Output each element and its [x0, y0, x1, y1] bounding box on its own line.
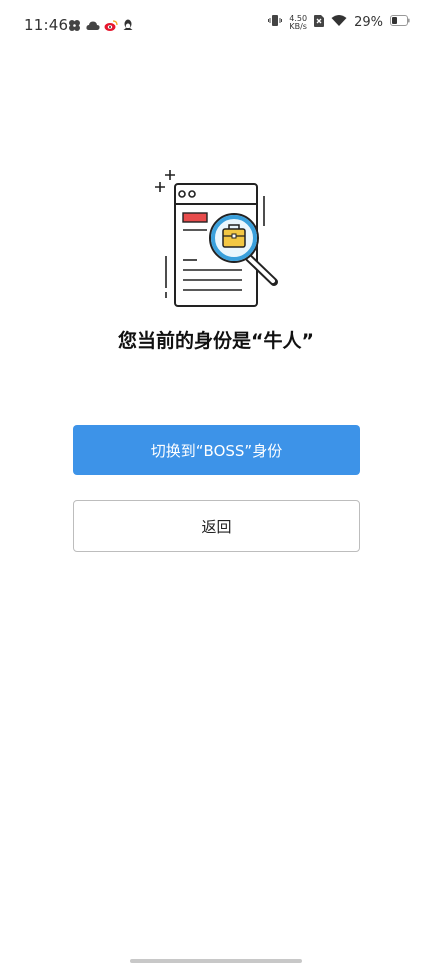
weibo-icon: [104, 17, 118, 31]
status-time: 11:46: [24, 16, 69, 34]
network-speed: 4.50 KB/s: [289, 14, 307, 31]
network-speed-unit: KB/s: [289, 21, 307, 31]
status-right: 4.50 KB/s 29%: [268, 14, 410, 31]
qq-icon: [122, 17, 135, 30]
home-indicator[interactable]: [130, 959, 302, 963]
battery-percent: 29%: [354, 15, 383, 30]
current-role-title: 您当前的身份是“牛人”: [118, 330, 314, 352]
switch-to-boss-label: 切换到“BOSS”身份: [150, 441, 283, 460]
resume-search-illustration: [152, 170, 282, 310]
switch-to-boss-button[interactable]: 切换到“BOSS”身份: [73, 425, 360, 475]
cloud-icon: [86, 17, 100, 30]
back-button[interactable]: 返回: [73, 500, 360, 552]
notification-icons: [68, 17, 135, 31]
back-button-label: 返回: [201, 517, 232, 536]
fan-icon: [68, 17, 81, 31]
status-bar: 11:46 4.50 KB/s 29%: [0, 0, 432, 52]
sim-off-icon: [314, 14, 325, 31]
vibrate-icon: [268, 14, 283, 31]
battery-icon: [390, 15, 410, 30]
wifi-icon: [331, 14, 347, 31]
